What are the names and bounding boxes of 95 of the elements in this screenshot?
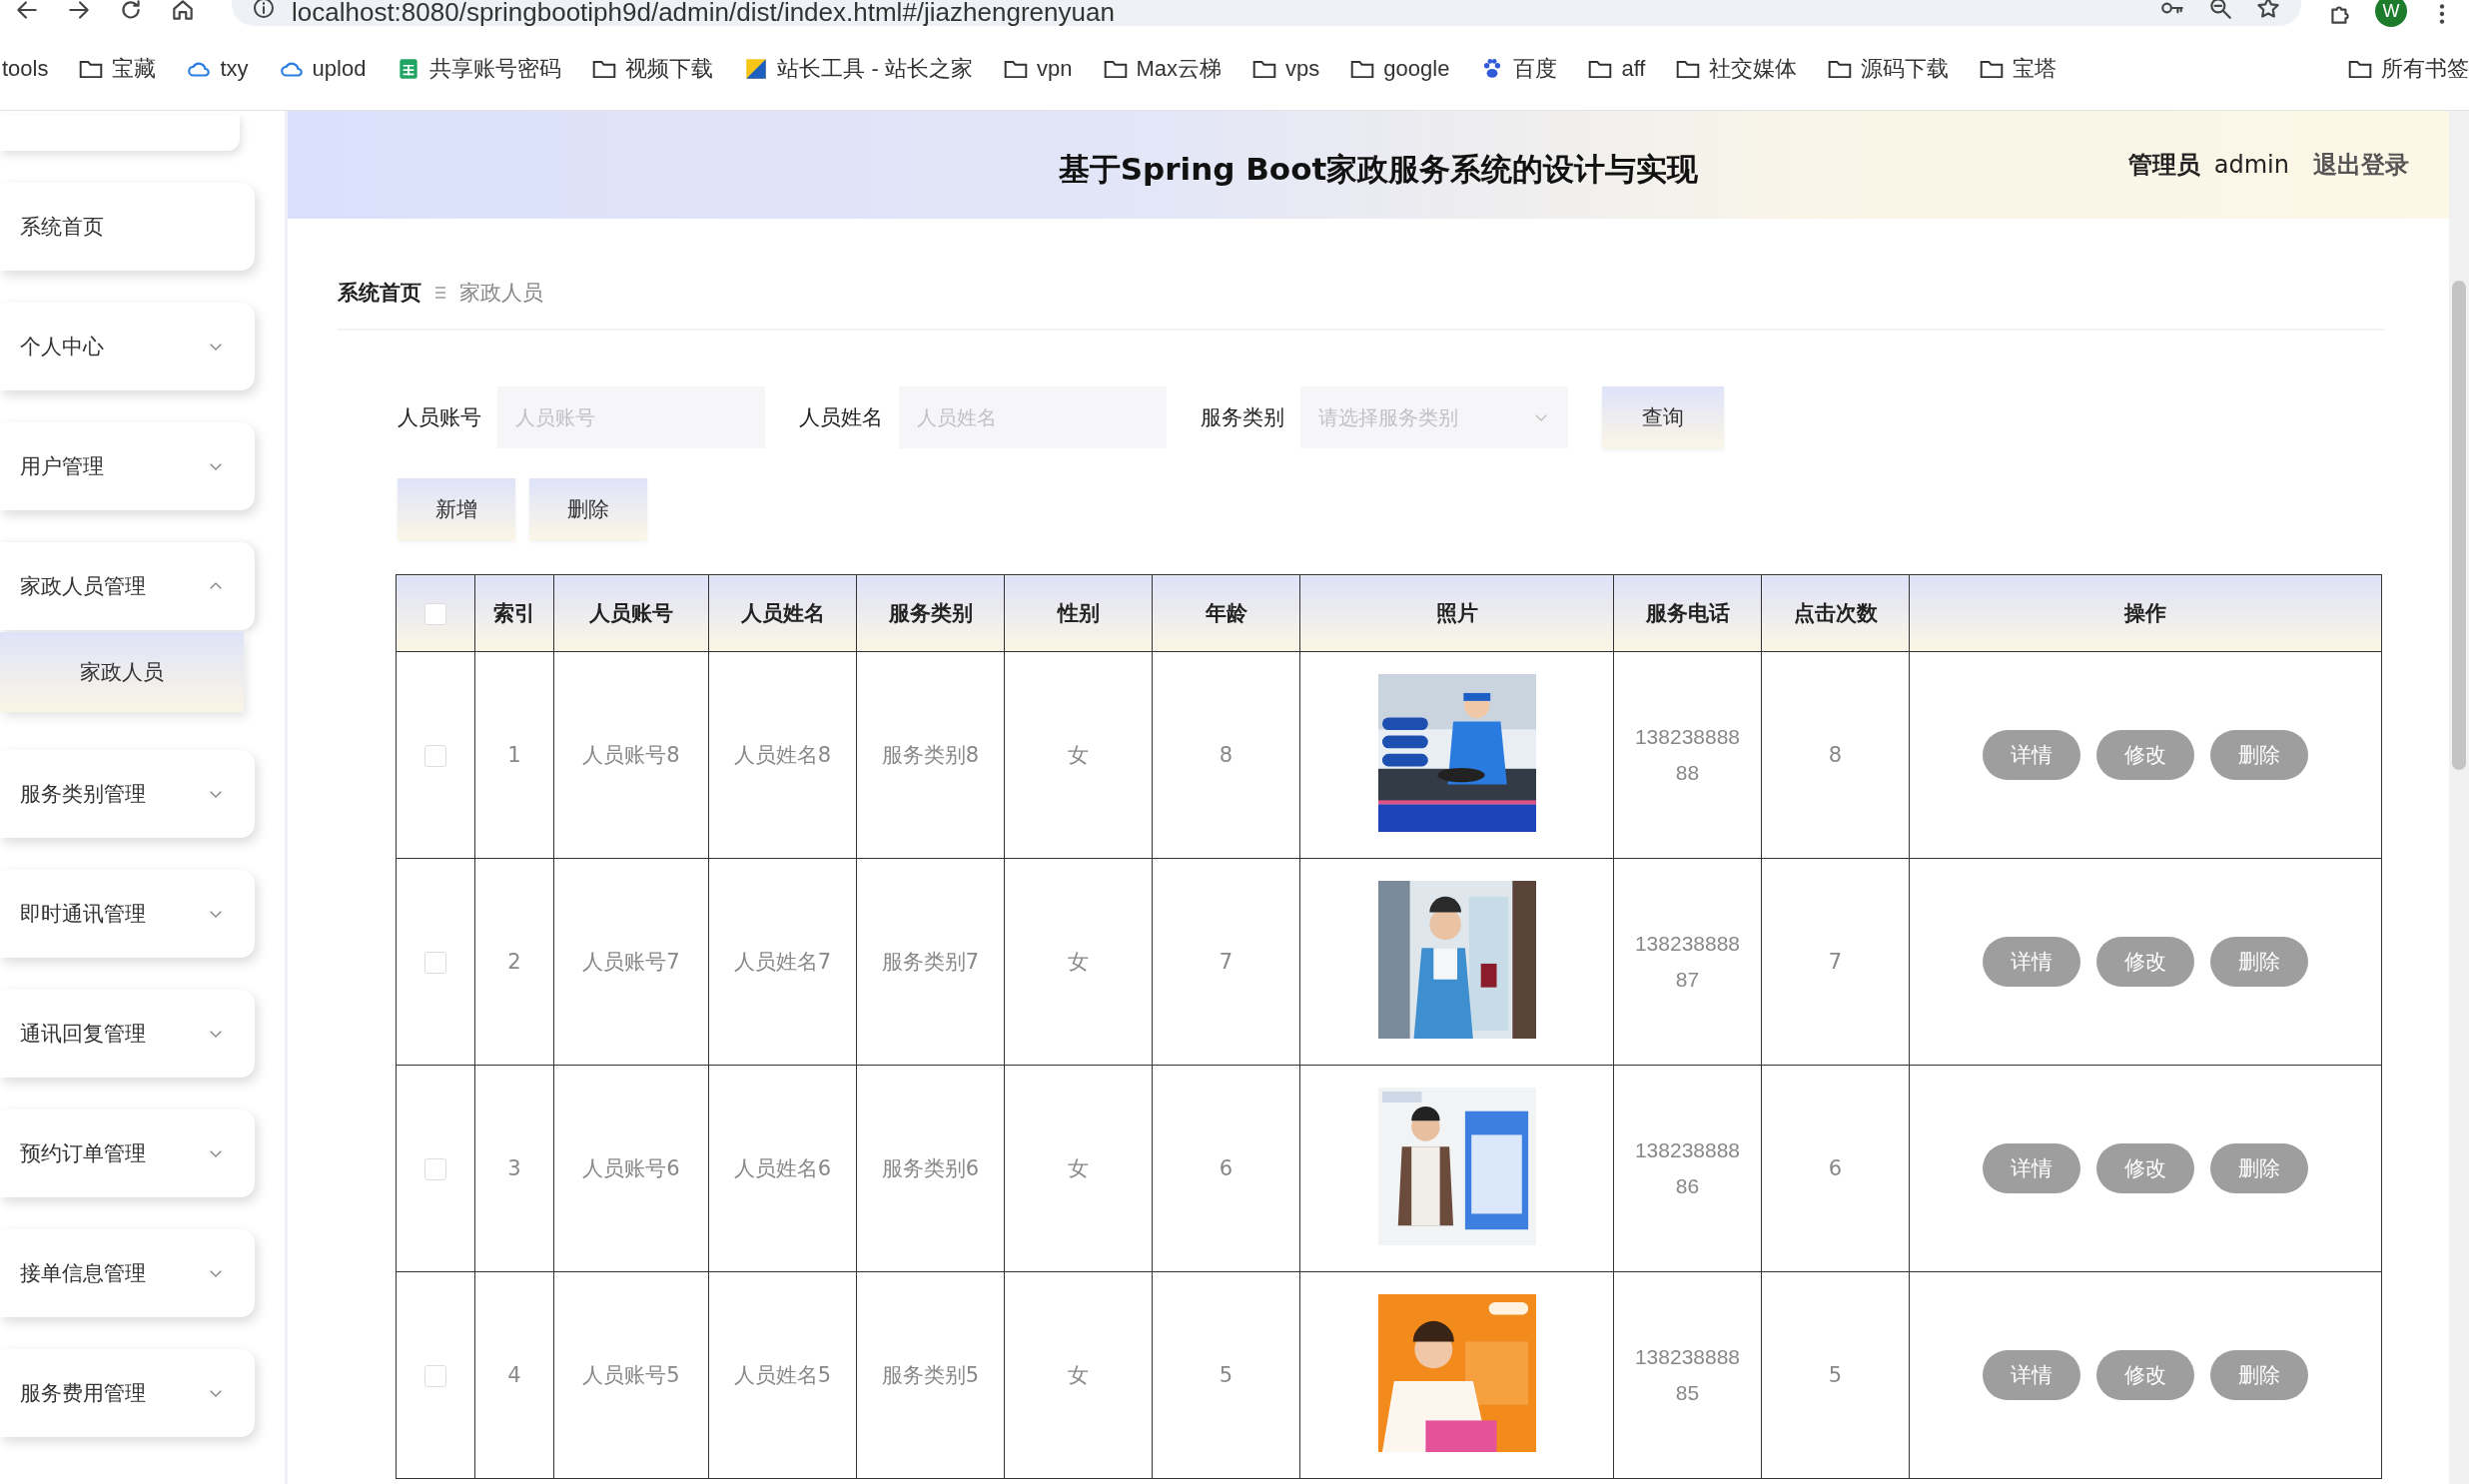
bookmark[interactable]: 共享账号密码: [396, 54, 562, 84]
bookmark[interactable]: 视频下载: [591, 54, 714, 84]
bookmark[interactable]: vpn: [1003, 56, 1073, 82]
search-button[interactable]: 查询: [1602, 386, 1724, 448]
logout-link[interactable]: 退出登录: [2313, 149, 2409, 181]
table-cell-text: 13823888888: [1633, 724, 1742, 786]
menu-item[interactable]: 系统首页: [0, 183, 255, 271]
table-cell-text: 13823888886: [1633, 1137, 1742, 1199]
bookmark[interactable]: uplod: [278, 56, 367, 82]
menu-item[interactable]: 预约订单管理: [0, 1110, 255, 1197]
bookmark[interactable]: 百度: [1479, 54, 1558, 84]
table-cell: 人员账号5: [582, 1363, 680, 1387]
separator-icon: [433, 285, 447, 301]
checkbox[interactable]: [424, 1365, 446, 1387]
bookmark[interactable]: 社交媒体: [1675, 54, 1798, 84]
table-cell: 人员姓名8: [733, 743, 832, 767]
table-cell: 人员账号7: [582, 950, 680, 974]
menu-item[interactable]: 服务类别管理: [0, 750, 255, 838]
table-cell: 5: [1828, 1363, 1843, 1387]
table-cell: 服务类别7: [881, 950, 980, 974]
menu-item[interactable]: 接单信息管理: [0, 1229, 255, 1317]
table-cell-text: 13823888887: [1633, 931, 1742, 993]
zoom-icon[interactable]: [2207, 0, 2233, 21]
bookmark[interactable]: 宝藏: [78, 54, 157, 84]
bookmark[interactable]: txy: [186, 56, 249, 82]
table-cell: 人员账号6: [582, 1156, 680, 1180]
add-button[interactable]: 新增: [398, 478, 515, 540]
breadcrumb-item: 家政人员: [459, 280, 543, 307]
url-text: localhost:8080/springbootiph9d/admin/dist/index.html#/jiazhengrenyuan: [292, 0, 1116, 28]
bookmark[interactable]: 源码下载: [1827, 54, 1950, 84]
profile-avatar[interactable]: W: [2375, 0, 2407, 27]
column-header: 服务类别: [888, 601, 973, 625]
checkbox[interactable]: [424, 1158, 446, 1180]
menu-item[interactable]: 通讯回复管理: [0, 990, 255, 1078]
table-cell: 6: [1219, 1156, 1234, 1180]
column-header: 操作: [2124, 601, 2166, 625]
bookmark[interactable]: aff: [1587, 56, 1646, 82]
table-cell: 6: [1828, 1156, 1843, 1180]
menu-item[interactable]: 服务费用管理: [0, 1349, 255, 1437]
bookmark[interactable]: google: [1349, 56, 1450, 82]
table-cell: 3: [507, 1156, 521, 1180]
column-header: 人员姓名: [740, 601, 825, 625]
page-title: 基于Spring Boot家政服务系统的设计与实现: [1058, 150, 1699, 189]
menu-item[interactable]: 个人中心: [0, 303, 255, 390]
table-cell: 8: [1219, 743, 1234, 767]
table-cell: 女: [1068, 743, 1089, 767]
column-header: 点击次数: [1793, 601, 1878, 625]
menu-item[interactable]: 用户管理: [0, 422, 255, 510]
table-cell: 女: [1068, 1156, 1089, 1180]
checkbox[interactable]: [424, 603, 446, 625]
table-cell: 1: [507, 743, 521, 767]
info-icon[interactable]: [252, 0, 276, 20]
table-cell: 人员姓名7: [733, 950, 832, 974]
table-cell: 7: [1828, 950, 1843, 974]
user-name: admin: [2213, 151, 2289, 179]
table-cell: 女: [1068, 1363, 1089, 1387]
menu-item[interactable]: 家政人员管理: [0, 542, 255, 630]
home-icon[interactable]: [170, 0, 196, 23]
checkbox[interactable]: [424, 745, 446, 767]
column-header: 人员账号: [589, 601, 673, 625]
column-header: 索引: [493, 601, 535, 625]
bookmark[interactable]: tools: [2, 56, 49, 82]
field-label: 人员姓名: [799, 404, 883, 431]
table-cell: 服务类别5: [881, 1363, 980, 1387]
column-header: 服务电话: [1645, 601, 1730, 625]
table-cell: 服务类别8: [881, 743, 980, 767]
table-cell: 女: [1068, 950, 1089, 974]
table-cell: 2: [507, 950, 521, 974]
menu-item[interactable]: 即时通讯管理: [0, 870, 255, 958]
table-cell: 人员姓名5: [733, 1363, 832, 1387]
checkbox[interactable]: [424, 952, 446, 974]
table-cell: 8: [1828, 743, 1843, 767]
submenu-item[interactable]: 家政人员: [0, 632, 244, 712]
table-cell: 人员姓名6: [733, 1156, 832, 1180]
address-bar[interactable]: localhost:8080/springbootiph9d/admin/dist/index.html#/jiazhengrenyuan: [232, 0, 2301, 26]
table-cell-text: 13823888885: [1633, 1344, 1742, 1406]
bookmark[interactable]: Max云梯: [1102, 54, 1223, 84]
user-role: 管理员: [2127, 150, 2200, 181]
scrollbar[interactable]: [2449, 111, 2469, 1484]
column-header: 年龄: [1205, 601, 1247, 625]
table-cell: 7: [1219, 950, 1234, 974]
bookmark[interactable]: 所有书签: [2347, 54, 2469, 84]
bookmark[interactable]: vps: [1251, 56, 1320, 82]
breadcrumb-item[interactable]: 系统首页: [338, 279, 421, 307]
column-header: 性别: [1057, 601, 1100, 625]
field-label: 服务类别: [1201, 404, 1284, 431]
bookmark[interactable]: 站长工具 - 站长之家: [743, 54, 973, 84]
table-cell: 人员账号8: [582, 743, 680, 767]
table-cell: 服务类别6: [881, 1156, 980, 1180]
field-label: 人员账号: [398, 404, 481, 431]
delete-button[interactable]: 删除: [529, 478, 647, 540]
column-header: 照片: [1435, 601, 1478, 625]
bookmark[interactable]: 宝塔: [1979, 54, 2058, 84]
table-cell: 4: [507, 1363, 521, 1387]
table-cell: 5: [1219, 1363, 1234, 1387]
